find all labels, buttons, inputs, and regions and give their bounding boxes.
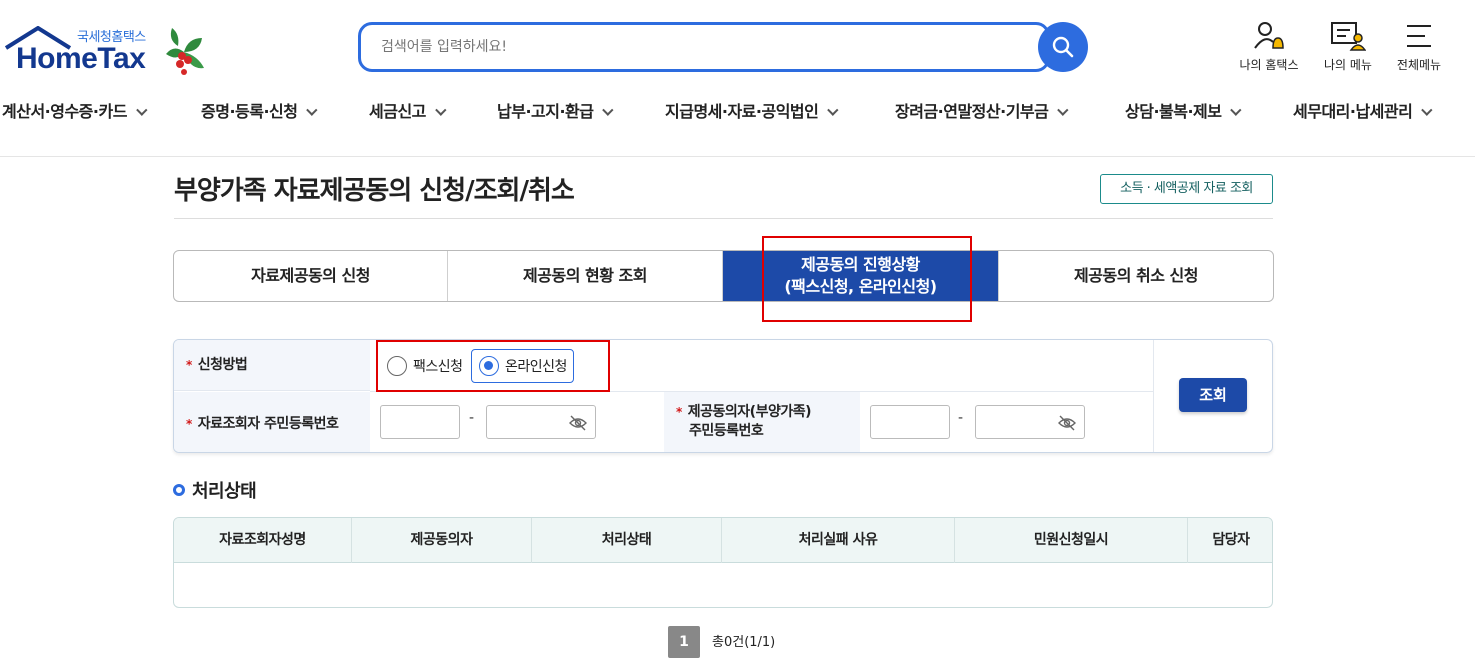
method-label: * 신청방법 xyxy=(174,340,370,391)
col-manager: 담당자 xyxy=(1212,532,1250,548)
my-menu-button[interactable]: 나의 메뉴 xyxy=(1308,20,1388,73)
consenter-id-back-input[interactable] xyxy=(975,405,1085,439)
col-requester-name: 자료조회자성명 xyxy=(174,518,352,563)
hamburger-icon xyxy=(1407,25,1431,47)
chevron-down-icon xyxy=(1057,104,1069,116)
radio-highlight-box xyxy=(376,340,610,392)
nav-label: 증명·등록·신청 xyxy=(201,102,298,121)
search-form: * 신청방법 * 자료조회자 주민등록번호 * 제공동의자(부양가족) 주민등록번호 … xyxy=(173,339,1273,453)
hometax-logo[interactable]: 국세청홈택스 HomeTax xyxy=(2,22,212,82)
search-button[interactable] xyxy=(1038,22,1088,72)
table-header: 자료조회자성명 제공동의자 처리상태 처리실패 사유 민원신청일시 담당자 xyxy=(174,518,1272,563)
total-count: 총0건(1/1) xyxy=(712,635,776,650)
requester-id-back-input[interactable] xyxy=(486,405,596,439)
eye-slash-icon[interactable] xyxy=(1058,415,1076,431)
bullet-circle-icon xyxy=(173,484,185,496)
consenter-label-line1: 제공동의자(부양가족) xyxy=(687,404,812,420)
list-user-icon xyxy=(1331,22,1366,51)
search-input[interactable] xyxy=(361,25,961,69)
all-menu-button[interactable]: 전체메뉴 xyxy=(1379,20,1459,73)
consenter-id-label: * 제공동의자(부양가족) 주민등록번호 xyxy=(664,392,860,452)
nav-label: 세무대리·납세관리 xyxy=(1293,102,1413,121)
nav-label: 상담·불복·제보 xyxy=(1125,102,1222,121)
page-title: 부양가족 자료제공동의 신청/조회/취소 xyxy=(174,176,575,206)
requester-id-front-input[interactable] xyxy=(380,405,460,439)
my-hometax-label: 나의 홈택스 xyxy=(1239,58,1299,72)
tab-apply[interactable]: 자료제공동의 신청 xyxy=(174,251,448,301)
nav-label: 지급명세·자료·공익법인 xyxy=(665,102,819,121)
id-dash: - xyxy=(958,410,964,426)
consenter-id-front-input[interactable] xyxy=(870,405,950,439)
section-title: 처리상태 xyxy=(173,477,257,503)
required-mark: * xyxy=(676,405,682,419)
chevron-down-icon xyxy=(435,104,447,116)
chevron-down-icon xyxy=(1421,104,1433,116)
nav-item-certificate[interactable]: 증명·등록·신청 xyxy=(201,98,318,122)
nav-label: 계산서·영수증·카드 xyxy=(2,102,127,121)
nav-item-consult[interactable]: 상담·불복·제보 xyxy=(1125,98,1242,122)
tab-highlight-box xyxy=(762,236,972,322)
chevron-down-icon xyxy=(1230,104,1242,116)
method-label-text: 신청방법 xyxy=(197,357,248,373)
holly-icon xyxy=(166,28,204,75)
requester-label-text: 자료조회자 주민등록번호 xyxy=(197,416,339,432)
required-mark: * xyxy=(186,358,192,372)
nav-label: 세금신고 xyxy=(369,102,426,121)
requester-id-label: * 자료조회자 주민등록번호 xyxy=(174,392,370,452)
tab-cancel[interactable]: 제공동의 취소 신청 xyxy=(999,251,1273,301)
nav-label: 납부·고지·환급 xyxy=(497,102,594,121)
nav-item-tax-report[interactable]: 세금신고 xyxy=(369,98,447,122)
button-column-divider xyxy=(1153,340,1154,452)
col-fail-reason: 처리실패 사유 xyxy=(722,518,955,563)
col-request-date: 민원신청일시 xyxy=(955,518,1188,563)
search-icon xyxy=(1052,36,1074,58)
id-dash: - xyxy=(469,410,475,426)
search-box[interactable] xyxy=(358,22,1050,72)
all-menu-label: 전체메뉴 xyxy=(1396,58,1442,72)
title-divider xyxy=(174,218,1273,219)
user-bell-icon xyxy=(1254,22,1284,49)
deduction-data-link-button[interactable]: 소득 · 세액공제 자료 조회 xyxy=(1100,174,1273,204)
nav-divider xyxy=(0,156,1475,157)
nav-label: 장려금·연말정산·기부금 xyxy=(895,102,1049,121)
consenter-label-line2: 주민등록번호 xyxy=(689,423,764,439)
chevron-down-icon xyxy=(827,104,839,116)
nav-item-statements[interactable]: 지급명세·자료·공익법인 xyxy=(665,98,839,122)
status-table: 자료조회자성명 제공동의자 처리상태 처리실패 사유 민원신청일시 담당자 xyxy=(173,517,1273,608)
nav-item-invoice[interactable]: 계산서·영수증·카드 xyxy=(2,98,148,122)
col-status: 처리상태 xyxy=(532,518,722,563)
required-mark: * xyxy=(186,417,192,431)
my-menu-label: 나의 메뉴 xyxy=(1324,58,1372,72)
logo-title: HomeTax xyxy=(16,42,146,75)
chevron-down-icon xyxy=(306,104,318,116)
main-nav: 계산서·영수증·카드 증명·등록·신청 세금신고 납부·고지·환급 지급명세·자… xyxy=(0,98,1475,136)
my-hometax-button[interactable]: 나의 홈택스 xyxy=(1229,20,1309,73)
query-button[interactable]: 조회 xyxy=(1179,378,1247,412)
tab-bar: 자료제공동의 신청 제공동의 현황 조회 제공동의 진행상황 (팩스신청, 온라… xyxy=(173,250,1274,302)
nav-item-agent[interactable]: 세무대리·납세관리 xyxy=(1293,98,1433,122)
section-title-text: 처리상태 xyxy=(192,481,257,502)
col-consenter: 제공동의자 xyxy=(352,518,532,563)
chevron-down-icon xyxy=(136,104,148,116)
nav-item-year-end[interactable]: 장려금·연말정산·기부금 xyxy=(895,98,1069,122)
page-number-button[interactable]: 1 xyxy=(668,626,700,658)
tab-status[interactable]: 제공동의 현황 조회 xyxy=(448,251,723,301)
nav-item-payment[interactable]: 납부·고지·환급 xyxy=(497,98,614,122)
chevron-down-icon xyxy=(602,104,614,116)
eye-slash-icon[interactable] xyxy=(569,415,587,431)
